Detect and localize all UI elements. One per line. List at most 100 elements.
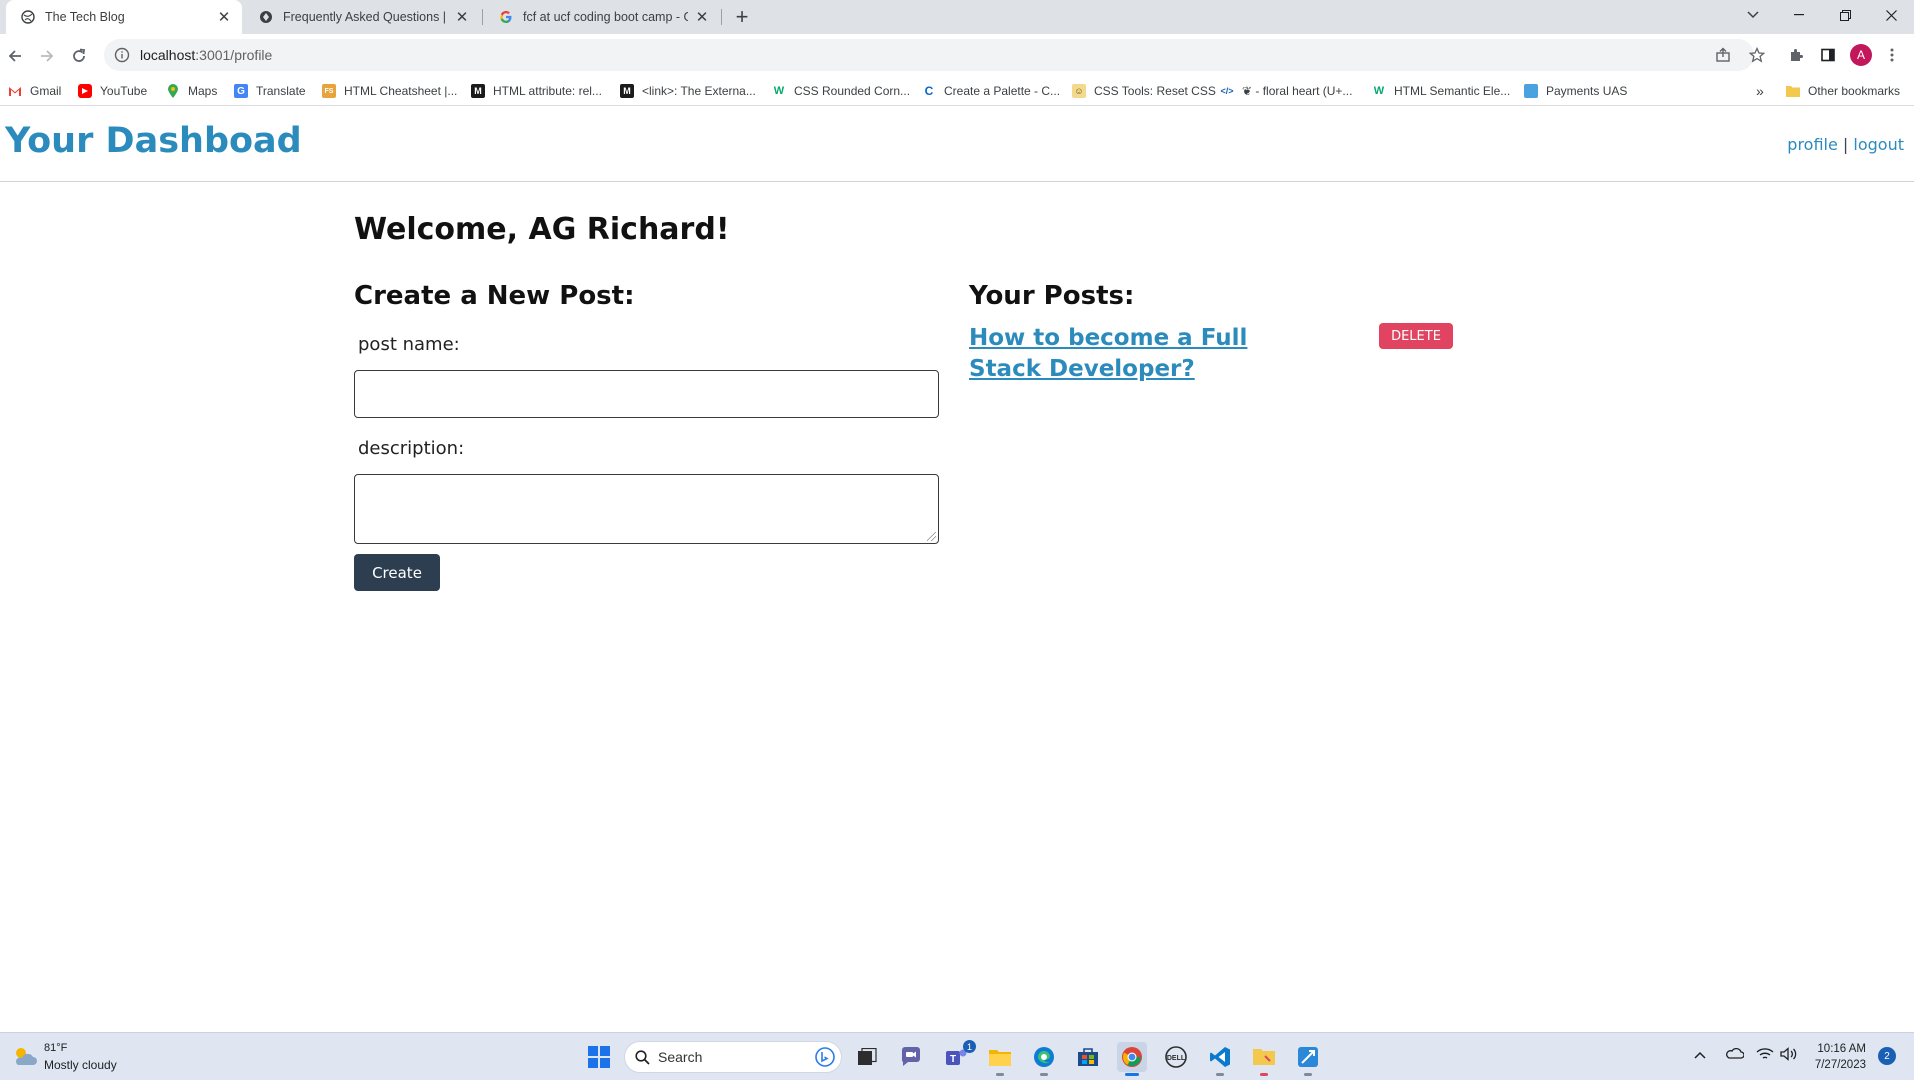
- globe-icon: [20, 9, 36, 25]
- running-indicator: [1304, 1073, 1312, 1076]
- tab-title: fcf at ucf coding boot camp - Go: [523, 10, 688, 24]
- edge-icon[interactable]: [1029, 1042, 1059, 1076]
- search-label: Search: [658, 1049, 703, 1065]
- bookmark-label: HTML Semantic Ele...: [1394, 84, 1511, 98]
- bookmark-label: HTML Cheatsheet |...: [344, 84, 458, 98]
- taskbar-search[interactable]: Search: [624, 1041, 842, 1073]
- url-text: localhost:3001/profile: [140, 47, 272, 63]
- snipping-tool-icon[interactable]: [1293, 1042, 1323, 1076]
- close-icon[interactable]: ✕: [694, 9, 710, 26]
- share-icon[interactable]: [1713, 45, 1733, 65]
- bookmark-label: Translate: [256, 84, 306, 98]
- description-textarea[interactable]: [354, 474, 939, 544]
- w3schools-icon: W: [1373, 85, 1385, 97]
- teams-icon[interactable]: T 1: [941, 1040, 976, 1072]
- onedrive-icon[interactable]: [1726, 1047, 1745, 1062]
- dell-icon[interactable]: DELL: [1161, 1042, 1191, 1072]
- bookmark-label: Gmail: [30, 84, 62, 98]
- tab-faq[interactable]: Frequently Asked Questions | UC ✕: [244, 0, 480, 34]
- tab-google-search[interactable]: fcf at ucf coding boot camp - Go ✕: [484, 0, 720, 34]
- search-icon: [635, 1049, 650, 1065]
- close-icon[interactable]: ✕: [454, 9, 470, 26]
- bookmark-label: Payments UAS: [1546, 84, 1628, 98]
- tab-the-tech-blog[interactable]: The Tech Blog ✕: [6, 0, 242, 34]
- bookmark-link-element[interactable]: M <link>: The Externa...: [620, 82, 756, 100]
- bookmark-gmail[interactable]: Gmail: [8, 82, 61, 100]
- profile-avatar[interactable]: A: [1850, 44, 1872, 66]
- running-indicator: [1260, 1073, 1268, 1076]
- folder-git-icon[interactable]: [1249, 1042, 1279, 1076]
- bookmark-css-rounded-corners[interactable]: W CSS Rounded Corn...: [772, 82, 910, 100]
- logout-link[interactable]: logout: [1853, 135, 1904, 154]
- bookmark-html-semantic[interactable]: W HTML Semantic Ele...: [1372, 82, 1510, 100]
- forward-arrow-icon[interactable]: [34, 43, 60, 69]
- cheatsheet-icon: FS: [322, 84, 336, 98]
- resize-grip-icon[interactable]: [927, 532, 936, 541]
- close-icon[interactable]: ✕: [216, 9, 232, 26]
- windows-start-icon[interactable]: [584, 1042, 614, 1072]
- chrome-icon[interactable]: [1117, 1042, 1147, 1076]
- bookmark-youtube[interactable]: YouTube: [78, 82, 147, 100]
- profile-link[interactable]: profile: [1787, 135, 1838, 154]
- bookmark-maps[interactable]: Maps: [166, 82, 217, 100]
- back-arrow-icon[interactable]: [2, 43, 28, 69]
- site-info-icon[interactable]: [114, 47, 130, 63]
- task-view-icon[interactable]: [852, 1042, 882, 1072]
- bookmark-floral-heart[interactable]: </> ❦ - floral heart (U+...: [1220, 82, 1352, 100]
- tab-title: Frequently Asked Questions | UC: [283, 10, 448, 24]
- bookmark-css-reset[interactable]: ☺ CSS Tools: Reset CSS: [1072, 82, 1216, 100]
- taskbar-clock[interactable]: 10:16 AM 7/27/2023: [1815, 1041, 1866, 1073]
- bookmark-star-icon[interactable]: [1747, 45, 1767, 65]
- tray-chevron-up-icon[interactable]: [1694, 1047, 1706, 1062]
- menu-kebab-icon[interactable]: [1882, 45, 1902, 65]
- other-bookmarks-folder[interactable]: Other bookmarks: [1786, 82, 1900, 100]
- tab-divider: [721, 9, 722, 25]
- new-tab-button[interactable]: +: [730, 4, 754, 29]
- maps-pin-icon: [166, 84, 180, 98]
- bookmarks-overflow-chevron[interactable]: »: [1756, 82, 1764, 100]
- tab-search-chevron-icon[interactable]: [1730, 0, 1776, 30]
- tab-title: The Tech Blog: [45, 10, 125, 24]
- microsoft-store-icon[interactable]: [1073, 1042, 1103, 1072]
- mdn-icon: M: [620, 84, 634, 98]
- folder-icon: [1786, 84, 1800, 98]
- w3schools-icon: W: [773, 85, 785, 97]
- create-post-heading: Create a New Post:: [354, 281, 635, 311]
- vscode-icon[interactable]: [1205, 1042, 1235, 1076]
- restore-icon[interactable]: [1822, 0, 1868, 30]
- bookmark-label: Create a Palette - C...: [944, 84, 1061, 98]
- side-panel-icon[interactable]: [1818, 45, 1838, 65]
- url-path: :3001/profile: [195, 47, 273, 63]
- bing-icon[interactable]: [815, 1047, 835, 1067]
- your-posts-heading: Your Posts:: [969, 281, 1135, 311]
- teams-badge: 1: [963, 1040, 976, 1053]
- windows-taskbar: 81°F Mostly cloudy Search T 1 DELL 10:16…: [0, 1032, 1914, 1080]
- mdn-icon: M: [471, 84, 485, 98]
- teams-chat-icon[interactable]: [896, 1042, 926, 1072]
- meyerweb-icon: ☺: [1072, 84, 1086, 98]
- bookmark-translate[interactable]: G Translate: [234, 82, 306, 100]
- window-close-icon[interactable]: [1868, 0, 1914, 30]
- clock-date: 7/27/2023: [1814, 1059, 1866, 1071]
- bookmark-create-palette[interactable]: C Create a Palette - C...: [922, 82, 1060, 100]
- post-name-label: post name:: [358, 334, 460, 355]
- bookmark-label: HTML attribute: rel...: [493, 84, 602, 98]
- volume-icon[interactable]: [1780, 1047, 1798, 1064]
- extensions-icon[interactable]: [1786, 45, 1806, 65]
- post-name-input[interactable]: [354, 370, 939, 418]
- wifi-icon[interactable]: [1756, 1047, 1774, 1064]
- notification-badge[interactable]: 2: [1878, 1047, 1896, 1065]
- minimize-icon[interactable]: [1776, 0, 1822, 30]
- partly-cloudy-icon[interactable]: [12, 1045, 38, 1067]
- bookmark-payments-uas[interactable]: Payments UAS: [1524, 82, 1627, 100]
- reload-icon[interactable]: [66, 43, 92, 69]
- nav-separator: |: [1842, 135, 1849, 154]
- delete-post-button[interactable]: DELETE: [1379, 323, 1453, 349]
- file-explorer-icon[interactable]: [985, 1042, 1015, 1076]
- bookmark-html-attribute-rel[interactable]: M HTML attribute: rel...: [471, 82, 602, 100]
- bookmark-html-cheatsheet[interactable]: FS HTML Cheatsheet |...: [322, 82, 457, 100]
- address-bar[interactable]: localhost:3001/profile: [104, 39, 1754, 71]
- youtube-icon: [78, 84, 92, 98]
- post-title-link[interactable]: How to become a Full Stack Developer?: [969, 323, 1309, 385]
- create-button[interactable]: Create: [354, 554, 440, 591]
